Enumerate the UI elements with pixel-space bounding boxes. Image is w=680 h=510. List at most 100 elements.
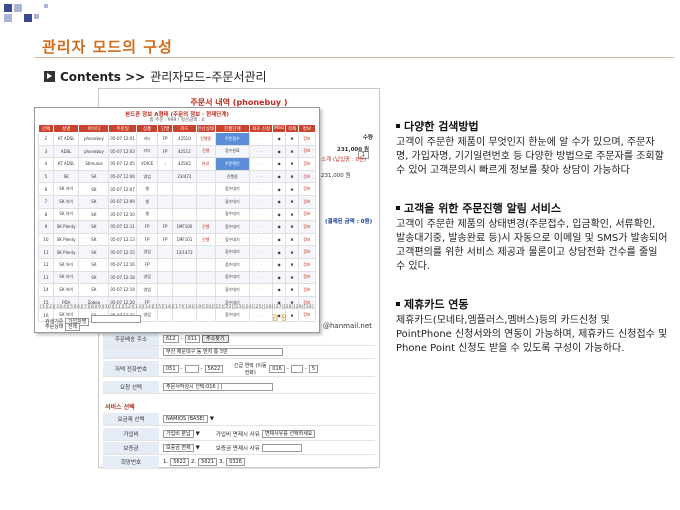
table-cell[interactable]: ◆ xyxy=(272,169,287,184)
table-row[interactable]: 7 SK 아이 SK 05-07 12:09 셀 접수대기 · ◆ ✖ 정보 xyxy=(38,194,317,209)
mobile2-input[interactable]: 5 xyxy=(308,364,319,373)
table-cell: 영업 xyxy=(135,283,159,297)
hope2-input[interactable]: 5621 xyxy=(198,458,217,466)
phone1-input[interactable]: 051 xyxy=(163,364,179,373)
table-cell: 영업 xyxy=(135,245,159,259)
join-fee-select[interactable]: 가입비 분납 xyxy=(163,430,194,438)
table-cell[interactable]: 정보 xyxy=(297,169,317,184)
order-list-subheader: 총 주문 : 999 / 정산금액 : 0 xyxy=(149,118,205,123)
memo-input[interactable]: 주문서작성시 선택:016 | | xyxy=(163,383,273,391)
table-cell[interactable]: 정보 xyxy=(297,207,317,222)
table-cell[interactable]: ◆ xyxy=(272,257,287,272)
table-cell[interactable]: ◆ xyxy=(272,144,287,159)
table-cell[interactable]: ✖ xyxy=(285,270,299,285)
table-cell[interactable]: ✖ xyxy=(285,182,299,196)
table-cell: 2 xyxy=(38,132,54,146)
table-cell: 05-07 12:05 xyxy=(108,157,137,171)
table-row[interactable]: 12 SK 아이 SK 05-07 12:16 FP 접수대기 · ◆ ✖ 정보 xyxy=(38,257,317,272)
table-cell[interactable]: ◆ xyxy=(272,220,287,234)
hope1-input[interactable]: 5622 xyxy=(170,458,189,466)
table-cell[interactable]: ◆ xyxy=(272,132,287,146)
table-cell: · xyxy=(248,144,274,159)
search-controls: 검색기준 가입자명 주문상태 전체 검 정 xyxy=(39,313,315,331)
table-cell[interactable]: 정보 xyxy=(297,194,317,209)
deposit-note-input[interactable] xyxy=(261,444,302,452)
order-status-select[interactable]: 전체 xyxy=(65,323,81,331)
table-cell[interactable]: ◆ xyxy=(272,182,287,196)
find-address-button[interactable]: 주소찾기 xyxy=(202,335,229,343)
table-cell: 접수대기 xyxy=(214,245,250,259)
table-cell[interactable]: ✖ xyxy=(285,283,299,297)
table-cell[interactable]: 정보 xyxy=(297,144,317,159)
table-cell[interactable]: ✖ xyxy=(285,220,299,234)
chevron-down-icon[interactable]: ▼ xyxy=(196,431,200,437)
table-cell: 6 xyxy=(38,182,54,196)
table-cell[interactable]: ◆ xyxy=(272,207,287,222)
table-cell xyxy=(172,182,197,196)
table-row[interactable]: 8 SK 아이 SK 05-07 12:10 셀 접수대기 · ◆ ✖ 정보 xyxy=(38,207,317,222)
table-row[interactable]: 4 KT ADSL Stimulus 05-07 12:05 VOICE -42502 완료… xyxy=(38,157,317,171)
table-cell[interactable]: ✖ xyxy=(285,257,299,272)
table-cell[interactable]: ✖ xyxy=(285,157,299,171)
deposit-row: 보증금 보증금 면제 ▼ 보증금 면제시 사유 xyxy=(103,442,375,455)
chevron-down-icon[interactable]: ▼ xyxy=(196,445,200,451)
table-cell: 05-07 12:19 xyxy=(108,283,137,297)
table-cell[interactable]: ✖ xyxy=(285,169,299,184)
service-select[interactable]: NAMIOS (BASE) xyxy=(163,415,208,423)
table-cell[interactable]: 정보 xyxy=(297,157,317,171)
table-cell[interactable]: ✖ xyxy=(285,207,299,222)
column-header: 카드 xyxy=(172,124,197,133)
search-input[interactable] xyxy=(91,315,141,323)
table-row[interactable]: 10 SK Plenty SK 05-07 12:13 FP FP 1MF101 진행 접수대기… xyxy=(38,232,317,247)
chevron-down-icon[interactable]: ▼ xyxy=(210,416,214,422)
table-cell[interactable]: 정보 xyxy=(297,283,317,297)
table-row[interactable]: 11 SK Plenty SK 05-07 12:15 영업 13/1472 접수대기 · ◆ ✖… xyxy=(38,245,317,259)
table-cell[interactable]: ◆ xyxy=(272,283,287,297)
zip1-input[interactable]: 612 xyxy=(163,335,179,343)
table-cell[interactable]: ◆ xyxy=(272,157,287,171)
table-cell[interactable]: ◆ xyxy=(272,270,287,285)
zip2-input[interactable]: 011 xyxy=(184,335,201,343)
table-row[interactable]: 9 SK Plenty SK 05-07 12:11 FP FP 1MF100 진행 접수대기 ·… xyxy=(38,220,317,234)
hope3-input[interactable]: 0326 xyxy=(226,458,245,466)
pagination[interactable]: [1][2][3][4][5][6][7][8][9][10][11][12][… xyxy=(35,305,319,310)
table-cell[interactable]: 정보 xyxy=(297,220,317,234)
table-row[interactable]: 14 SK 아이 SK 05-07 12:19 영업 접수대기 · ◆ ✖ 정보 xyxy=(38,283,317,297)
table-row[interactable]: 3 ADSL phoneboy 05-07 12:03 카드 FP 42512 진행 접수완료 ·… xyxy=(38,144,317,159)
table-cell: 접수대기 xyxy=(214,194,250,209)
address-input[interactable]: 부산 해운대구 동 번지 통 5반 xyxy=(163,348,283,356)
table-cell[interactable]: ✖ xyxy=(285,132,299,146)
table-cell: 05-07 12:15 xyxy=(108,245,137,259)
column-header: 진행단계 xyxy=(214,124,250,133)
phone2-input[interactable]: 5622 xyxy=(204,364,224,373)
table-cell[interactable]: ✖ xyxy=(285,232,299,247)
table-row[interactable]: 2 KT ADSL phoneboy 05-07 12:01 카드 FP 42510 진행중 주… xyxy=(38,132,317,146)
join-fee-note-input[interactable]: 면제사유를 선택하세요 xyxy=(261,430,316,438)
table-cell[interactable]: 정보 xyxy=(297,270,317,285)
column-header: 주문일 xyxy=(108,124,137,133)
table-cell[interactable]: 정보 xyxy=(297,132,317,146)
table-cell: SK xyxy=(78,220,110,234)
mobile-mid-input[interactable] xyxy=(290,364,303,373)
table-row[interactable]: 5 SK SK 05-07 12:06 영업 23/472 · 진행중 · ◆ ✖ 정보 xyxy=(38,169,317,184)
phone-mid-input[interactable] xyxy=(184,364,199,373)
table-cell[interactable]: ✖ xyxy=(285,194,299,209)
table-cell xyxy=(157,245,174,259)
table-cell[interactable]: 정보 xyxy=(297,182,317,196)
table-cell: SK xyxy=(78,257,110,272)
deposit-select[interactable]: 보증금 면제 xyxy=(163,444,194,452)
table-cell[interactable]: 정보 xyxy=(297,257,317,272)
mobile1-input[interactable]: 016 xyxy=(269,364,285,373)
table-row[interactable]: 6 SK 아이 SK 05-07 12:07 셀 접수대기 · ◆ ✖ 정보 xyxy=(38,182,317,196)
table-cell[interactable]: ◆ xyxy=(272,232,287,247)
table-cell: 23/472 xyxy=(172,169,197,184)
table-cell[interactable]: ✖ xyxy=(285,144,299,159)
table-cell[interactable]: ✖ xyxy=(285,245,299,259)
table-cell[interactable]: 정보 xyxy=(297,232,317,247)
table-cell: FP xyxy=(135,232,159,247)
table-cell[interactable]: ◆ xyxy=(272,245,287,259)
search-button[interactable]: 검 정 xyxy=(272,313,287,323)
table-cell[interactable]: 정보 xyxy=(297,245,317,259)
table-cell[interactable]: ◆ xyxy=(272,194,287,209)
table-row[interactable]: 13 SK 아이 SK 05-07 12:18 영업 접수대기 · ◆ ✖ 정보 xyxy=(38,270,317,285)
